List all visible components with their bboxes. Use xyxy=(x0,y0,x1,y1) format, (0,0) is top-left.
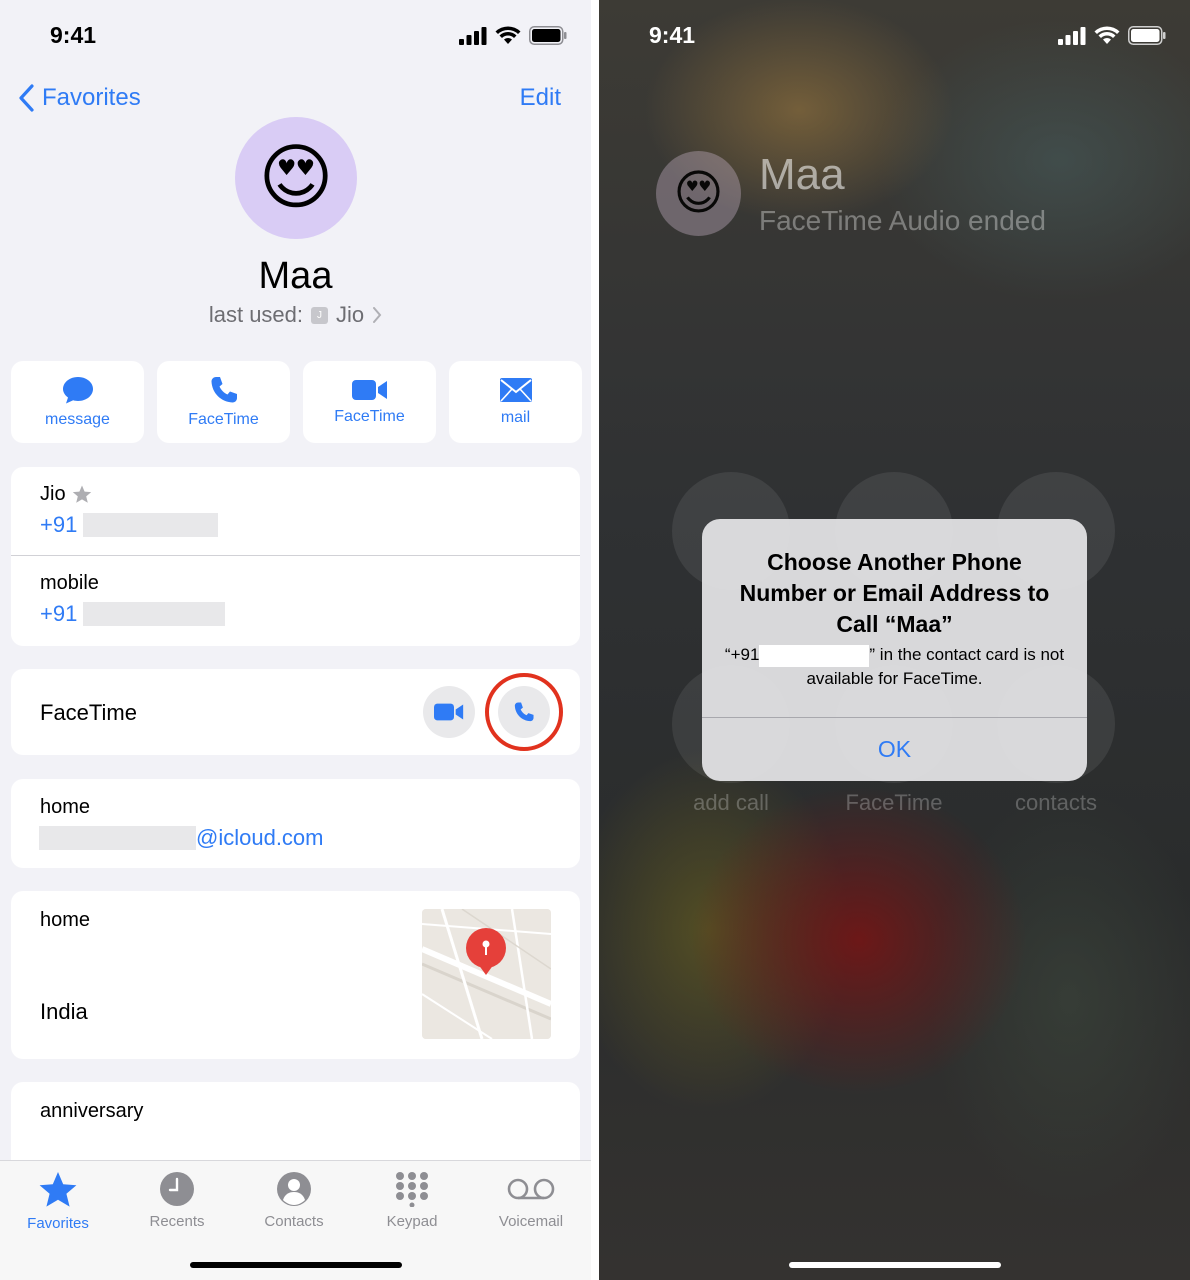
map-thumbnail[interactable] xyxy=(422,909,551,1039)
call-ended-screen: 9:41 😍 Maa FaceTime Audio ended add call… xyxy=(599,0,1190,1280)
back-label: Favorites xyxy=(42,84,141,111)
email-value: @icloud.com xyxy=(196,825,324,850)
map-thumbnail-image xyxy=(422,909,551,1039)
back-button[interactable]: Favorites xyxy=(18,84,141,112)
sim-badge-icon: J xyxy=(311,306,329,324)
phone-number: +91 xyxy=(40,601,78,626)
alert-title: Choose Another Phone Number or Email Add… xyxy=(739,549,1050,637)
mail-action-label: mail xyxy=(500,409,531,426)
voicemail-icon xyxy=(507,1178,555,1200)
last-used-value: Jio xyxy=(336,302,365,327)
contact-card-screen: 9:41 Favorites Edit 😍 Maa last used: J J… xyxy=(0,0,591,1280)
status-icons xyxy=(1058,26,1166,45)
tab-favorites[interactable]: Favorites xyxy=(3,1171,113,1232)
phone-label: mobile xyxy=(40,572,99,594)
screenshot: 9:41 Favorites Edit 😍 Maa last used: J J… xyxy=(0,0,1190,1280)
message-action-label: message xyxy=(45,411,110,428)
tab-keypad[interactable]: Keypad xyxy=(357,1171,467,1230)
email-card[interactable]: home @icloud.com xyxy=(11,779,580,868)
tab-bar: Favorites Recents Contacts Keypad Voicem… xyxy=(0,1160,591,1280)
tab-recents[interactable]: Recents xyxy=(122,1171,232,1230)
phone-icon xyxy=(211,377,237,403)
tab-label: Recents xyxy=(149,1213,205,1230)
battery-icon xyxy=(1128,26,1166,45)
facetime-label: FaceTime xyxy=(845,790,943,815)
facetime-audio-action-label: FaceTime xyxy=(188,411,259,428)
alert-message: “+91” in the contact card is not availab… xyxy=(718,643,1071,690)
contacts-label: contacts xyxy=(1015,790,1097,815)
facetime-video-action-button[interactable]: FaceTime xyxy=(303,361,436,443)
address-card[interactable]: home India xyxy=(11,891,580,1059)
quick-actions: message FaceTime FaceTime mail xyxy=(11,361,582,443)
tab-label: Favorites xyxy=(27,1215,89,1232)
alert-ok-button[interactable]: OK xyxy=(702,717,1087,781)
person-circle-icon xyxy=(277,1172,311,1206)
battery-icon xyxy=(529,26,567,45)
status-bar: 9:41 xyxy=(0,0,591,72)
tab-label: Contacts xyxy=(264,1213,324,1230)
cellular-signal-icon xyxy=(1058,26,1086,45)
wifi-icon xyxy=(495,26,521,44)
phone-numbers-card: Jio +91 mobile +91 xyxy=(11,467,580,646)
contact-name: Maa xyxy=(258,255,333,297)
email-label: home xyxy=(40,796,91,818)
envelope-icon xyxy=(499,378,532,402)
highlight-ring xyxy=(485,673,563,751)
avatar-emoji: 😍 xyxy=(258,138,334,218)
wifi-icon xyxy=(1094,26,1120,44)
avatar: 😍 xyxy=(235,117,357,239)
home-indicator[interactable] xyxy=(789,1262,1001,1268)
alert-message-prefix: “+91 xyxy=(724,645,760,664)
redacted-email xyxy=(39,826,196,850)
add-call-label: add call xyxy=(693,790,769,815)
chevron-left-icon xyxy=(19,84,34,112)
facetime-video-action-label: FaceTime xyxy=(334,408,405,425)
home-indicator[interactable] xyxy=(190,1262,402,1268)
edit-button[interactable]: Edit xyxy=(520,84,561,112)
redacted-number xyxy=(759,644,870,667)
phone-row-mobile[interactable]: mobile +91 xyxy=(11,556,580,646)
star-icon xyxy=(39,1172,77,1207)
keypad-icon xyxy=(396,1172,428,1207)
last-used-label: last used: xyxy=(208,302,304,327)
caller-name: Maa xyxy=(759,150,845,199)
address-label: home xyxy=(40,909,91,931)
phone-label: Jio xyxy=(40,483,66,505)
facetime-audio-action-button[interactable]: FaceTime xyxy=(157,361,290,443)
address-value: India xyxy=(40,999,88,1024)
tab-label: Keypad xyxy=(386,1213,438,1230)
last-used-line[interactable]: last used: J Jio xyxy=(0,302,591,328)
video-camera-icon xyxy=(434,703,464,721)
caller-avatar: 😍 xyxy=(656,151,741,236)
phone-number: +91 xyxy=(40,512,78,537)
mail-action-button[interactable]: mail xyxy=(449,361,582,443)
video-camera-icon xyxy=(351,380,387,400)
facetime-row-label: FaceTime xyxy=(40,700,137,725)
status-time: 9:41 xyxy=(50,22,97,48)
status-time: 9:41 xyxy=(649,22,696,48)
facetime-card: FaceTime xyxy=(11,669,580,755)
clock-icon xyxy=(160,1172,194,1206)
cellular-signal-icon xyxy=(459,26,487,45)
anniversary-label: anniversary xyxy=(40,1100,144,1122)
message-bubble-icon xyxy=(62,377,93,404)
chevron-right-icon xyxy=(373,307,382,323)
phone-row-jio[interactable]: Jio +91 xyxy=(11,467,580,556)
call-status: FaceTime Audio ended xyxy=(759,205,1046,236)
facetime-video-button[interactable] xyxy=(423,686,475,738)
redacted-number xyxy=(83,602,226,626)
choose-number-alert: Choose Another Phone Number or Email Add… xyxy=(702,519,1087,781)
redacted-number xyxy=(83,513,219,537)
favorite-star-icon xyxy=(72,485,91,503)
tab-label: Voicemail xyxy=(498,1213,564,1230)
message-action-button[interactable]: message xyxy=(11,361,144,443)
tab-voicemail[interactable]: Voicemail xyxy=(476,1171,586,1230)
tab-contacts[interactable]: Contacts xyxy=(239,1171,349,1230)
caller-avatar-emoji: 😍 xyxy=(673,166,724,220)
